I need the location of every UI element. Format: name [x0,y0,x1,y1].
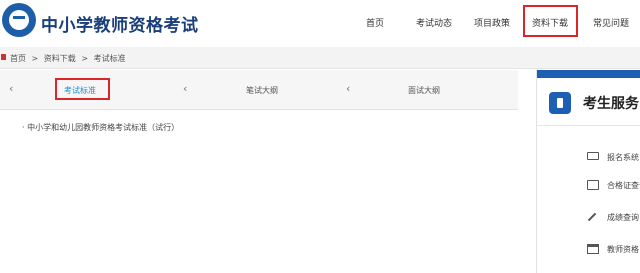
location-icon [1,54,6,60]
sidebar-accent-bar [537,70,640,78]
monitor-icon [587,152,599,160]
site-title[interactable]: 中小学教师资格考试 [41,11,199,36]
breadcrumb-current: 考试标准 [93,54,126,63]
book-icon [13,16,25,24]
candidate-services-panel: 考生服务 报名系统 合格证查询 成绩查询 教师资格 [536,70,640,273]
site-header: 中小学教师资格考试 首页 考试动态 项目政策 资料下载 常见问题 [0,0,640,44]
list-item[interactable]: · 中小学和幼儿园教师资格考试标准（试行） [22,122,179,133]
document-list: · 中小学和幼儿园教师资格考试标准（试行） [22,122,179,133]
nav-downloads-highlight [523,5,578,37]
tab-bar: ‹ 考试标准 ‹ 笔试大纲 ‹ 面试大纲 [0,70,518,110]
id-card-icon [549,92,571,114]
sidebar-title: 考生服务 [583,96,639,112]
chevron-left-icon[interactable]: ‹ [9,82,13,95]
breadcrumb-home[interactable]: 首页 [10,54,26,63]
nav-exam-news[interactable]: 考试动态 [416,16,452,29]
breadcrumb: 首页 > 资料下载 > 考试标准 [0,47,640,69]
logo-emblem-icon[interactable] [2,3,36,37]
nav-home[interactable]: 首页 [366,16,384,29]
breadcrumb-downloads[interactable]: 资料下载 [44,54,76,63]
tab-exam-standards[interactable]: 考试标准 [64,85,96,96]
service-teacher-qualification[interactable]: 教师资格 [587,242,640,258]
tab-interview-syllabus[interactable]: 面试大纲 [408,85,440,96]
service-certificate[interactable]: 合格证查询 [587,178,640,194]
nav-faq[interactable]: 常见问题 [593,16,629,29]
card-icon [587,180,599,190]
nav-policy[interactable]: 项目政策 [474,16,510,29]
tab-written-syllabus[interactable]: 笔试大纲 [246,85,278,96]
breadcrumb-separator: > [81,54,89,63]
main-content: ‹ 考试标准 ‹ 笔试大纲 ‹ 面试大纲 · 中小学和幼儿园教师资格考试标准（试… [0,70,518,273]
breadcrumb-separator: > [31,54,39,63]
chevron-left-icon[interactable]: ‹ [183,82,187,95]
service-registration[interactable]: 报名系统 [587,150,640,166]
pencil-icon [587,212,597,222]
service-scores[interactable]: 成绩查询 [587,210,640,226]
chevron-left-icon[interactable]: ‹ [346,82,350,95]
calendar-icon [587,244,599,254]
